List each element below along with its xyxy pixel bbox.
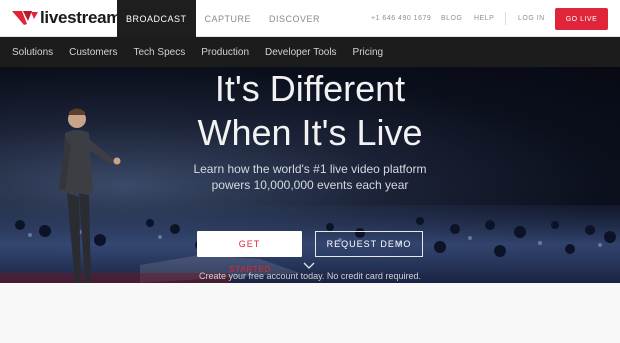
go-live-button[interactable]: GO LIVE	[555, 8, 608, 30]
secondary-nav: Solutions Customers Tech Specs Productio…	[0, 37, 620, 67]
subnav-customers[interactable]: Customers	[69, 47, 117, 58]
page-content-area	[0, 283, 620, 343]
nav-divider	[505, 12, 506, 25]
nav-capture[interactable]: CAPTURE	[196, 0, 261, 37]
hero-title-line-2: When It's Live	[197, 112, 423, 153]
phone-number[interactable]: +1 646 490 1679	[371, 0, 431, 37]
hero-subtitle-line-1: Learn how the world's #1 live video plat…	[193, 162, 427, 176]
subnav-solutions[interactable]: Solutions	[12, 47, 53, 58]
subnav-pricing[interactable]: Pricing	[353, 47, 384, 58]
livestream-logo-icon	[12, 10, 38, 26]
livestream-logo[interactable]: livestream	[12, 8, 121, 28]
login-link[interactable]: LOG IN	[518, 0, 545, 37]
free-account-note: Create your free account today. No credi…	[199, 271, 421, 281]
chevron-down-icon[interactable]	[303, 262, 315, 270]
hero-section: It's Different When It's Live Learn how …	[0, 67, 620, 283]
nav-discover[interactable]: DISCOVER	[260, 0, 329, 37]
blog-link[interactable]: BLOG	[441, 0, 462, 37]
top-navigation-bar: livestream BROADCAST CAPTURE DISCOVER +1…	[0, 0, 620, 37]
hero-title-line-1: It's Different	[214, 68, 406, 109]
get-started-button[interactable]: GET	[197, 231, 302, 257]
primary-nav: BROADCAST CAPTURE DISCOVER	[117, 0, 329, 37]
help-link[interactable]: HELP	[474, 0, 494, 37]
subnav-developer-tools[interactable]: Developer Tools	[265, 47, 337, 58]
logo-wordmark: livestream	[40, 8, 122, 27]
nav-broadcast[interactable]: BROADCAST	[117, 0, 196, 37]
hero-subtitle-line-2: powers 10,000,000 events each year	[211, 178, 409, 192]
subnav-production[interactable]: Production	[201, 47, 249, 58]
subnav-tech-specs[interactable]: Tech Specs	[134, 47, 186, 58]
request-demo-button[interactable]: REQUEST DEMO	[315, 231, 423, 257]
